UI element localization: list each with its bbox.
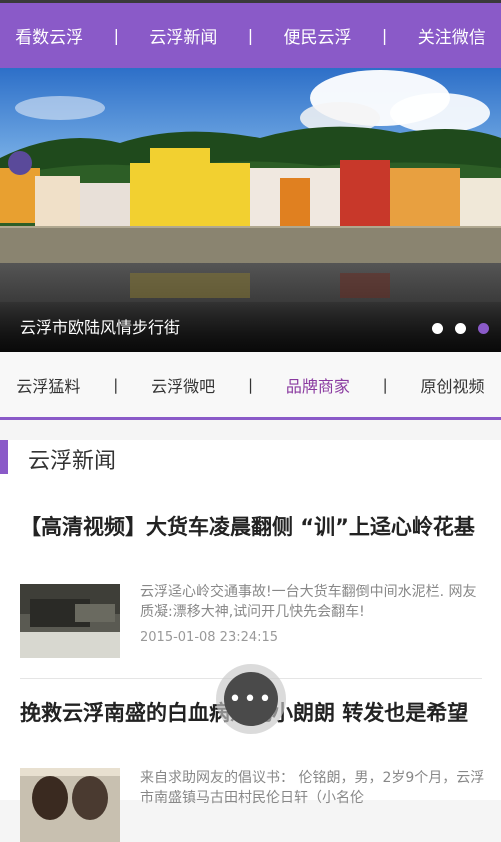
subnav-separator: | xyxy=(113,375,119,394)
nav-item-data-yunfu[interactable]: 看数云浮 xyxy=(15,23,83,48)
carousel-indicators xyxy=(432,323,489,334)
carousel-dot[interactable] xyxy=(432,323,443,334)
subnav-separator: | xyxy=(382,375,388,394)
floating-menu-button[interactable]: ••• xyxy=(216,664,286,734)
carousel-dot[interactable] xyxy=(455,323,466,334)
subnav-separator: | xyxy=(247,375,253,394)
news-item-summary: 云浮迳心岭交通事故!一台大货车翻倒中间水泥栏. 网友质凝:漂移大神,试问开几快先… xyxy=(140,584,477,620)
banner-caption: 云浮市欧陆风情步行街 xyxy=(20,318,181,337)
news-item-time: 2015-01-08 23:24:15 xyxy=(140,630,279,645)
subnav-item-hot-news[interactable]: 云浮猛料 xyxy=(16,373,80,397)
subnav-item-micro-forum[interactable]: 云浮微吧 xyxy=(151,373,215,397)
section-title: 云浮新闻 xyxy=(28,449,117,474)
subnav-item-brand-merchants[interactable]: 品牌商家 xyxy=(286,373,350,397)
nav-separator: | xyxy=(113,26,119,45)
section-accent-bar xyxy=(0,440,8,474)
news-list: 【高清视频】大货车凌晨翻侧 “训”上迳心岭花基 云浮迳心岭交通事故!一台大货车翻… xyxy=(0,474,501,842)
more-icon: ••• xyxy=(224,672,278,726)
nav-item-convenience[interactable]: 便民云浮 xyxy=(284,23,352,48)
section-header: 云浮新闻 xyxy=(0,440,501,474)
nav-separator: | xyxy=(381,26,388,45)
banner-carousel[interactable]: 云浮市欧陆风情步行街 xyxy=(0,68,501,352)
nav-item-yunfu-news[interactable]: 云浮新闻 xyxy=(149,23,217,48)
news-thumbnail[interactable] xyxy=(20,768,120,842)
carousel-dot-active[interactable] xyxy=(478,323,489,334)
sub-navigation: 云浮猛料 | 云浮微吧 | 品牌商家 | 原创视频 xyxy=(0,352,501,420)
news-thumbnail[interactable] xyxy=(20,584,120,658)
news-item-summary: 来自求助网友的倡议书： 伦铭朗，男，2岁9个月，云浮市南盛镇马古田村民伦日轩（小… xyxy=(140,770,485,806)
banner-caption-bar: 云浮市欧陆风情步行街 xyxy=(0,302,501,352)
subnav-item-original-video[interactable]: 原创视频 xyxy=(421,373,485,397)
news-item-title[interactable]: 【高清视频】大货车凌晨翻侧 “训”上迳心岭花基 xyxy=(20,512,490,542)
nav-separator: | xyxy=(247,26,254,45)
top-navigation: 看数云浮 | 云浮新闻 | 便民云浮 | 关注微信 xyxy=(0,0,501,68)
nav-item-follow-wechat[interactable]: 关注微信 xyxy=(418,23,486,48)
